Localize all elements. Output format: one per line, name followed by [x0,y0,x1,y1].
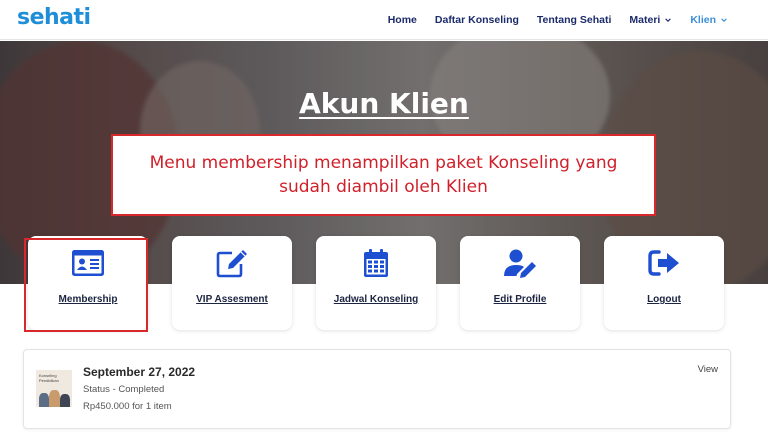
nav-materi[interactable]: Materi [629,14,672,26]
sehati-logo[interactable]: sehati [17,5,91,30]
chevron-down-icon [665,18,672,22]
view-link[interactable]: View [698,364,718,375]
logout-card[interactable]: Logout [604,236,724,330]
thumbnail-caption: Konseling Pendidikan [39,373,59,383]
product-thumbnail: Konseling Pendidikan [36,370,72,407]
chevron-down-icon [721,18,727,22]
main-nav: Home Daftar Konseling Tentang Sehati Mat… [388,0,728,40]
annotation-text: Menu membership menampilkan paket Konsel… [149,153,618,197]
user-edit-icon [504,249,536,278]
vip-assesment-label: VIP Assesment [196,294,268,305]
calendar-icon [364,249,388,277]
nav-home-label: Home [387,14,417,26]
page-title: Akun Klien [299,87,469,120]
top-navbar: sehati Home Daftar Konseling Tentang Seh… [0,0,768,40]
nav-tentang-sehati[interactable]: Tentang Sehati [537,14,611,26]
edit-profile-card[interactable]: Edit Profile [460,236,580,330]
membership-highlight [24,238,148,332]
nav-daftar-konseling[interactable]: Daftar Konseling [435,14,519,26]
order-price: Rp450.000 for 1 item [83,401,172,412]
nav-materi-label: Materi [629,14,661,26]
nav-klien-label: Klien [690,14,716,26]
edit-profile-label: Edit Profile [493,294,547,305]
jadwal-konseling-card[interactable]: Jadwal Konseling [316,236,436,330]
vip-assesment-card[interactable]: VIP Assesment [172,236,292,330]
jadwal-konseling-label: Jadwal Konseling [333,294,419,305]
order-status: Status - Completed [83,384,165,395]
nav-klien[interactable]: Klien [690,14,728,26]
nav-tentang-sehati-label: Tentang Sehati [536,14,612,26]
order-date: September 27, 2022 [83,365,196,379]
nav-home[interactable]: Home [388,14,417,26]
edit-icon [216,250,247,278]
annotation-box: Menu membership menampilkan paket Konsel… [111,134,656,216]
membership-order-row: Konseling Pendidikan September 27, 2022 … [23,349,731,429]
sign-out-icon [648,250,679,276]
nav-daftar-konseling-label: Daftar Konseling [434,14,519,26]
logout-label: Logout [647,294,681,305]
